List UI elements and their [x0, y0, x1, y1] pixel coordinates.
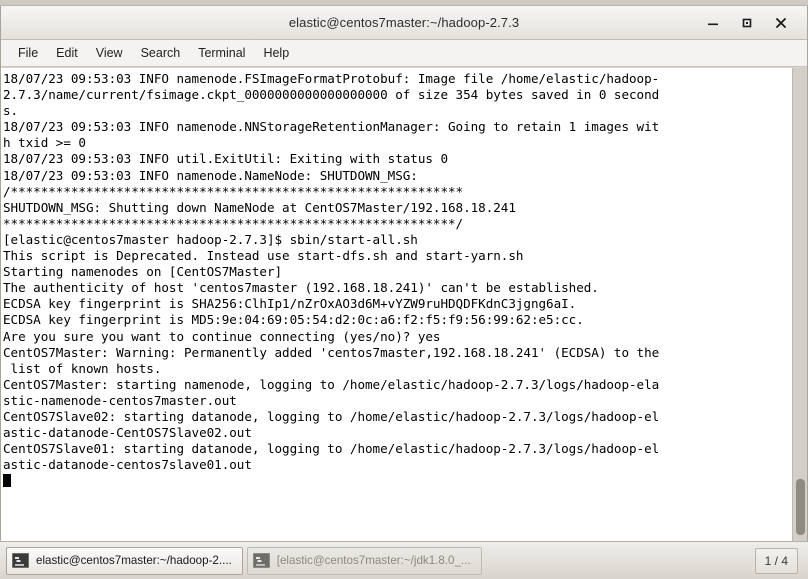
terminal-line: /***************************************… — [3, 183, 464, 199]
terminal-icon — [252, 553, 270, 568]
terminal-line: CentOS7Slave01: starting datanode, loggi… — [3, 441, 660, 457]
terminal-window: elastic@centos7master:~/hadoop-2.7.3 Fil… — [0, 6, 808, 541]
terminal-output[interactable]: 18/07/23 09:53:03 INFO namenode.FSImageF… — [1, 68, 792, 541]
terminal-line: astic-datanode-centos7slave01.out — [3, 457, 252, 473]
terminal-line: ECDSA key fingerprint is MD5:9e:04:69:05… — [3, 312, 584, 328]
workspace-pager[interactable]: 1 / 4 — [754, 547, 798, 574]
terminal-line: ECDSA key fingerprint is SHA256:ClhIp1/n… — [3, 296, 577, 312]
menu-item-terminal[interactable]: Terminal — [189, 43, 254, 63]
menu-item-search[interactable]: Search — [132, 43, 190, 63]
menu-item-edit[interactable]: Edit — [47, 43, 87, 63]
terminal-line: CentOS7Master: Warning: Permanently adde… — [3, 344, 660, 360]
terminal-line: 2.7.3/name/current/fsimage.ckpt_00000000… — [3, 87, 660, 103]
maximize-button[interactable] — [739, 15, 755, 31]
window-controls — [705, 15, 799, 31]
taskbar-item-jdk-terminal[interactable]: [elastic@centos7master:~/jdk1.8.0_... — [246, 546, 482, 575]
menu-item-file[interactable]: File — [9, 43, 47, 63]
terminal-line: stic-namenode-centos7master.out — [3, 392, 237, 408]
terminal-line: 18/07/23 09:53:03 INFO namenode.NameNode… — [3, 167, 418, 183]
terminal-line: CentOS7Master: starting namenode, loggin… — [3, 376, 660, 392]
taskbar-item-label: [elastic@centos7master:~/jdk1.8.0_... — [276, 554, 471, 567]
close-button[interactable] — [773, 15, 789, 31]
terminal-line: ****************************************… — [3, 215, 464, 231]
terminal-body: 18/07/23 09:53:03 INFO namenode.FSImageF… — [1, 67, 807, 541]
menu-item-view[interactable]: View — [87, 43, 132, 63]
window-title: elastic@centos7master:~/hadoop-2.7.3 — [288, 15, 520, 30]
block-cursor — [3, 474, 11, 488]
menubar: File Edit View Search Terminal Help — [1, 40, 807, 67]
menu-item-help[interactable]: Help — [254, 43, 298, 63]
terminal-line: The authenticity of host 'centos7master … — [3, 280, 599, 296]
terminal-line: s. — [3, 103, 19, 119]
terminal-line: Starting namenodes on [CentOS7Master] — [3, 264, 283, 280]
minimize-button[interactable] — [705, 15, 721, 31]
terminal-line: astic-datanode-CentOS7Slave02.out — [3, 425, 252, 441]
taskbar: elastic@centos7master:~/hadoop-2.... [el… — [0, 541, 808, 579]
scrollbar-thumb[interactable] — [796, 479, 805, 535]
terminal-line: SHUTDOWN_MSG: Shutting down NameNode at … — [3, 199, 516, 215]
terminal-line: 18/07/23 09:53:03 INFO namenode.NNStorag… — [3, 119, 660, 135]
terminal-line: Are you sure you want to continue connec… — [3, 328, 441, 344]
terminal-cursor-line — [3, 473, 792, 489]
desktop: elastic@centos7master:~/hadoop-2.7.3 Fil… — [0, 0, 808, 579]
terminal-line: [elastic@centos7master hadoop-2.7.3]$ sb… — [3, 231, 418, 247]
window-titlebar[interactable]: elastic@centos7master:~/hadoop-2.7.3 — [1, 6, 807, 40]
terminal-line: 18/07/23 09:53:03 INFO util.ExitUtil: Ex… — [3, 151, 448, 167]
terminal-scrollbar[interactable] — [792, 68, 807, 541]
taskbar-item-hadoop-terminal[interactable]: elastic@centos7master:~/hadoop-2.... — [6, 546, 243, 575]
terminal-line: list of known hosts. — [3, 360, 162, 376]
terminal-line: This script is Deprecated. Instead use s… — [3, 248, 524, 264]
terminal-line: h txid >= 0 — [3, 135, 86, 151]
terminal-icon — [12, 553, 29, 568]
terminal-line: CentOS7Slave02: starting datanode, loggi… — [3, 408, 660, 424]
terminal-line: 18/07/23 09:53:03 INFO namenode.FSImageF… — [3, 71, 660, 86]
taskbar-item-label: elastic@centos7master:~/hadoop-2.... — [36, 554, 232, 567]
